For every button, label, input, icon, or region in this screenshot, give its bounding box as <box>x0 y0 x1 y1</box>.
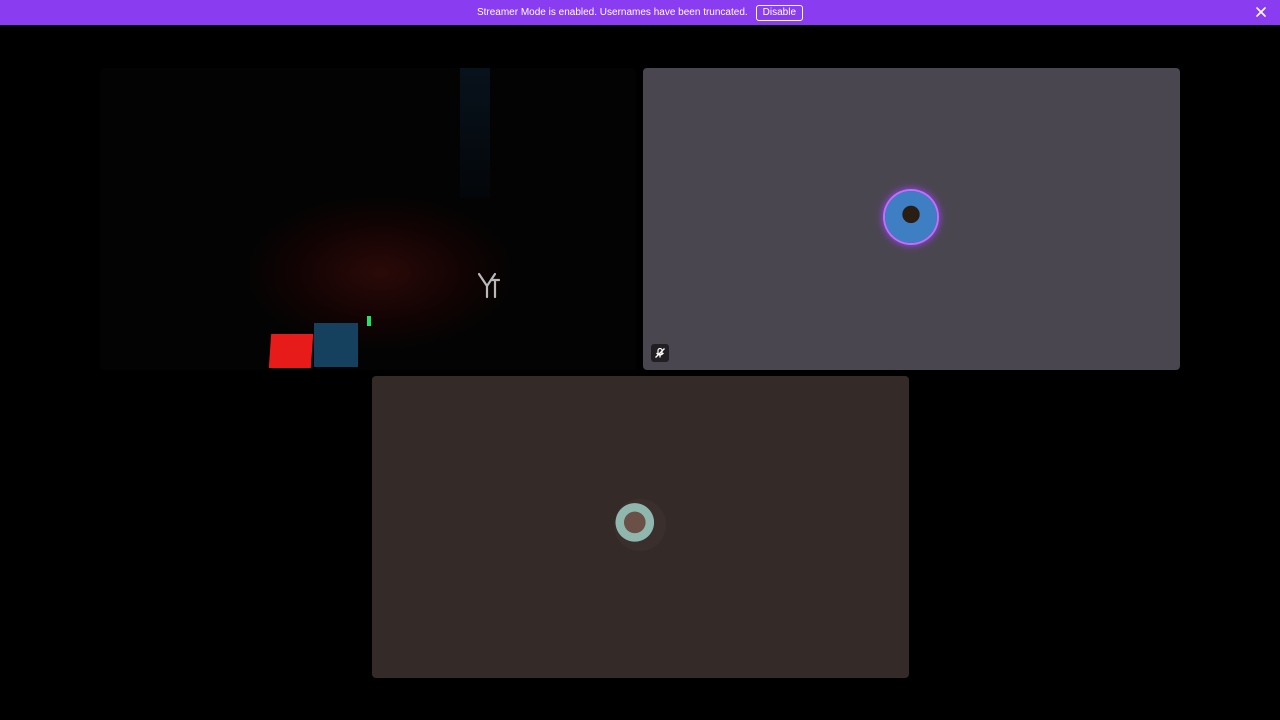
call-stage <box>0 25 1280 720</box>
video-scene-light <box>268 334 314 368</box>
cap-logo-icon <box>477 272 501 299</box>
mute-icon <box>651 344 669 362</box>
video-tile[interactable] <box>100 68 636 370</box>
video-scene <box>250 198 510 348</box>
streamer-mode-notice-text: Streamer Mode is enabled. Usernames have… <box>476 7 748 18</box>
avatar <box>614 499 666 551</box>
video-scene-object <box>314 323 358 367</box>
avatar <box>885 191 937 243</box>
disable-streamer-mode-button[interactable]: Disable <box>755 4 804 21</box>
video-scene-led <box>367 316 371 326</box>
close-icon[interactable] <box>1254 5 1268 19</box>
streamer-mode-notice-bar: Streamer Mode is enabled. Usernames have… <box>0 0 1280 25</box>
participant-tile-2[interactable] <box>372 376 909 678</box>
video-background-detail <box>460 68 490 198</box>
participant-tile-1[interactable] <box>643 68 1180 370</box>
